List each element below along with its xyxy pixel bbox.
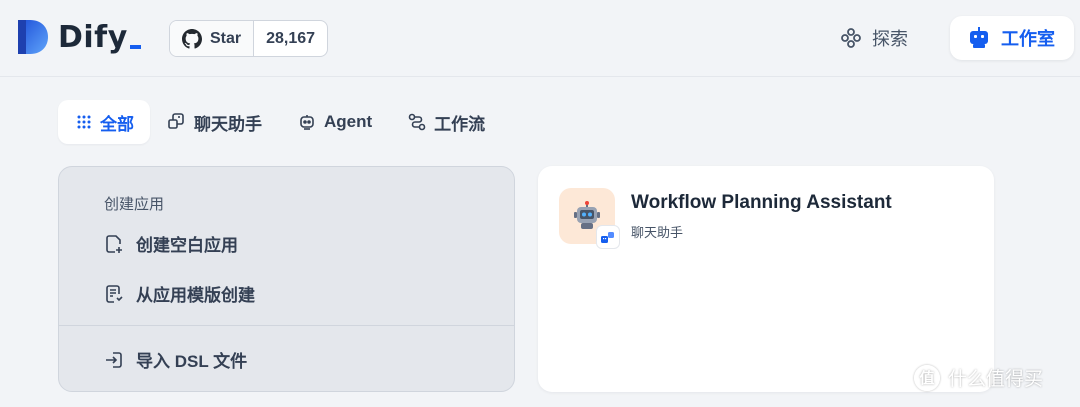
dify-logo-mark-icon bbox=[18, 20, 48, 54]
github-star-button[interactable]: Star 28,167 bbox=[169, 20, 329, 57]
explore-icon bbox=[841, 28, 861, 48]
create-from-template-button[interactable]: 从应用模版创建 bbox=[104, 281, 255, 306]
new-file-icon bbox=[106, 234, 122, 253]
chat-assistant-icon bbox=[168, 113, 184, 129]
logo-text: Dify bbox=[58, 20, 141, 55]
github-star-label: Star bbox=[210, 29, 242, 47]
app-name: Workflow Planning Assistant bbox=[631, 192, 892, 213]
template-icon bbox=[106, 284, 123, 303]
robot-icon bbox=[970, 27, 988, 48]
tab-agent-label: Agent bbox=[324, 112, 373, 131]
create-blank-app-button[interactable]: 创建空白应用 bbox=[104, 231, 238, 256]
app-type-tabs: 全部 聊天助手 Agent 工作流 bbox=[58, 100, 503, 144]
create-app-card: 创建应用 创建空白应用 从应用模版创建 导入 DSL 文件 bbox=[58, 166, 515, 392]
import-dsl-label: 导入 DSL 文件 bbox=[136, 352, 248, 371]
explore-link[interactable]: 探索 bbox=[840, 22, 908, 54]
tab-workflow-label: 工作流 bbox=[434, 114, 486, 134]
tab-chat-assistant-label: 聊天助手 bbox=[194, 114, 262, 134]
create-from-template-label: 从应用模版创建 bbox=[136, 286, 255, 305]
top-navbar: Dify Star 28,167 探索 工作室 bbox=[0, 0, 1080, 77]
tab-all[interactable]: 全部 bbox=[58, 100, 150, 144]
tab-workflow[interactable]: 工作流 bbox=[390, 100, 503, 144]
grid-icon bbox=[77, 115, 91, 129]
app-card[interactable]: Workflow Planning Assistant 聊天助手 bbox=[538, 166, 994, 392]
create-card-divider bbox=[59, 325, 514, 326]
import-icon bbox=[106, 351, 122, 368]
dify-logo[interactable]: Dify bbox=[16, 18, 141, 56]
import-dsl-button[interactable]: 导入 DSL 文件 bbox=[104, 347, 247, 372]
watermark: 值 什么值得买 bbox=[914, 364, 1043, 391]
tab-all-label: 全部 bbox=[100, 114, 134, 134]
app-type: 聊天助手 bbox=[631, 225, 684, 240]
create-blank-app-label: 创建空白应用 bbox=[136, 236, 238, 255]
agent-robot-icon bbox=[300, 115, 314, 130]
watermark-logo: 值 bbox=[914, 364, 940, 391]
watermark-text: 什么值得买 bbox=[948, 369, 1044, 390]
create-app-title: 创建应用 bbox=[104, 196, 165, 213]
github-star[interactable]: Star bbox=[170, 21, 255, 56]
chat-badge-icon bbox=[601, 232, 614, 243]
studio-button[interactable]: 工作室 bbox=[950, 16, 1074, 60]
explore-label: 探索 bbox=[872, 29, 908, 49]
chat-badge bbox=[596, 225, 620, 249]
github-icon bbox=[182, 28, 202, 49]
studio-label: 工作室 bbox=[1001, 29, 1055, 49]
workflow-icon bbox=[408, 113, 426, 131]
tab-agent[interactable]: Agent bbox=[280, 100, 390, 144]
tab-chat-assistant[interactable]: 聊天助手 bbox=[150, 100, 280, 144]
github-star-count[interactable]: 28,167 bbox=[254, 21, 327, 56]
